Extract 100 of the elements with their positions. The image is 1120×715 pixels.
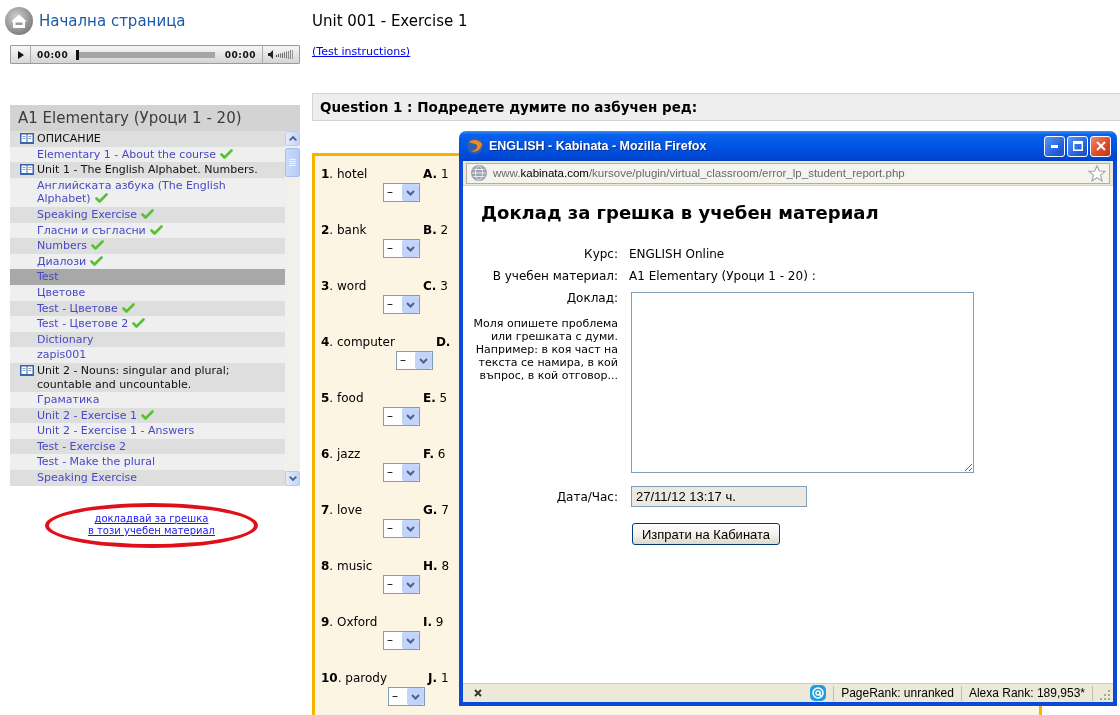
chevron-down-icon xyxy=(402,520,419,537)
answer-select[interactable]: – xyxy=(383,295,420,314)
lesson-item[interactable]: Английската азбука (The English Alphabet) xyxy=(10,177,285,207)
pagerank-text: PageRank: unranked xyxy=(841,686,954,700)
book-icon xyxy=(20,164,34,176)
word-label: 4. computer xyxy=(321,335,395,349)
field-label: Доклад: xyxy=(566,291,618,305)
question-bar: Question 1 : Подредете думите по азбучен ред: xyxy=(312,93,1120,121)
minimize-button[interactable] xyxy=(1044,135,1065,157)
home-link[interactable]: Начална страница xyxy=(5,7,186,35)
scroll-up-button[interactable] xyxy=(285,131,300,146)
field-value: A1 Elementary (Уроци 1 - 20) : xyxy=(629,269,816,283)
scroll-down-button[interactable] xyxy=(285,470,300,486)
close-icon xyxy=(1095,141,1106,151)
chevron-down-icon xyxy=(288,475,297,481)
option-label: H. 8 xyxy=(423,559,450,573)
play-button[interactable] xyxy=(11,46,31,63)
globe-icon xyxy=(471,165,487,181)
maximize-icon xyxy=(1072,141,1083,151)
option-label: E. 5 xyxy=(423,391,448,405)
volume-icon[interactable] xyxy=(268,50,294,59)
answer-select[interactable]: – xyxy=(383,575,420,594)
send-button[interactable]: Изпрати на Кабината xyxy=(632,523,781,545)
field-label: Дата/Час: xyxy=(556,490,618,504)
word-label: 2. bank xyxy=(321,223,367,237)
play-icon xyxy=(17,50,24,59)
section-title: Unit 2 - Nouns: singular and plural; countable and uncountable. xyxy=(37,363,231,392)
close-icon[interactable] xyxy=(474,689,482,697)
chevron-down-icon xyxy=(402,296,419,313)
answer-select[interactable]: – xyxy=(383,239,420,258)
book-icon xyxy=(20,133,34,144)
lesson-item[interactable]: Numbers xyxy=(10,238,285,254)
scrollbar-thumb[interactable] xyxy=(285,148,300,177)
report-link[interactable]: докладвай за грешка в този учебен материал xyxy=(87,513,215,538)
grip-icon xyxy=(289,159,296,166)
lesson-item[interactable]: Unit 2 - Exercise 1 - Answers xyxy=(10,423,285,439)
chevron-down-icon xyxy=(407,688,425,705)
lesson-item[interactable]: zapis001 xyxy=(10,347,285,363)
chevron-down-icon xyxy=(402,408,419,425)
chevron-down-icon xyxy=(402,240,419,257)
maximize-button[interactable] xyxy=(1067,135,1088,157)
window-title: ENGLISH - Kabinata - Mozilla Firefox xyxy=(489,139,707,153)
option-label: F. 6 xyxy=(423,447,446,461)
report-field[interactable] xyxy=(631,292,974,473)
lesson-item[interactable]: Test - Цветове 2 xyxy=(10,316,285,332)
lesson-item[interactable]: Граматика xyxy=(10,392,285,408)
answer-select[interactable]: – xyxy=(395,351,433,370)
elapsed-time: 00:00 xyxy=(37,49,69,60)
option-label: D. xyxy=(435,335,451,349)
chevron-down-icon xyxy=(402,464,419,481)
book-icon xyxy=(20,364,34,376)
chevron-down-icon xyxy=(414,352,432,369)
minimize-icon xyxy=(1051,144,1058,148)
word-label: 1. hotel xyxy=(321,167,368,181)
star-icon[interactable] xyxy=(1088,164,1106,182)
answer-select[interactable]: – xyxy=(383,631,420,650)
section-title: Unit 1 - The English Alphabet. Numbers. xyxy=(37,163,259,177)
progress-thumb[interactable] xyxy=(76,49,80,60)
resize-grip-icon[interactable] xyxy=(1100,690,1111,701)
option-label: G. 7 xyxy=(423,503,449,517)
field-label: В учебен материал: xyxy=(492,269,618,283)
answer-select[interactable]: – xyxy=(388,687,426,706)
progress-track[interactable] xyxy=(76,51,215,58)
word-label: 9. Oxford xyxy=(321,615,378,629)
at-sign-icon[interactable] xyxy=(810,685,827,701)
field-value: ENGLISH Online xyxy=(629,247,725,261)
word-label: 10. parody xyxy=(321,671,388,685)
alexa-rank-text: Alexa Rank: 189,953* xyxy=(968,686,1085,700)
exercise-title: Unit 001 - Exercise 1 xyxy=(312,11,468,31)
word-label: 6. jazz xyxy=(321,447,361,461)
chevron-up-icon xyxy=(288,136,297,141)
scrollbar[interactable] xyxy=(285,131,300,486)
answer-select[interactable]: – xyxy=(383,407,420,426)
chevron-down-icon xyxy=(402,632,419,649)
section-title: ОПИСАНИЕ xyxy=(37,132,102,146)
option-label: C. 3 xyxy=(423,279,448,293)
word-label: 5. food xyxy=(321,391,364,405)
home-icon xyxy=(5,7,33,35)
field-label: Курс: xyxy=(584,247,618,261)
word-label: 3. word xyxy=(321,279,367,293)
word-label: 8. music xyxy=(321,559,373,573)
panel-title: A1 Elementary (Уроци 1 - 20) xyxy=(10,105,300,131)
chevron-down-icon xyxy=(402,576,419,593)
answer-select[interactable]: – xyxy=(383,463,420,482)
app-icon xyxy=(467,138,483,154)
duration-time: 00:00 xyxy=(224,49,256,60)
option-label: B. 2 xyxy=(423,223,449,237)
chevron-down-icon xyxy=(402,184,419,201)
lesson-item[interactable]: Test - Make the plural xyxy=(10,454,285,471)
close-button[interactable] xyxy=(1090,135,1111,157)
report-heading: Доклад за грешка в учебен материал xyxy=(481,201,880,225)
instructions-link[interactable]: (Test instructions) xyxy=(312,45,411,59)
answer-select[interactable]: – xyxy=(383,519,420,538)
address-field[interactable]: www.kabinata.com/kursove/plugin/virtual_classroom/error_lp_student_report.php xyxy=(466,162,1110,184)
lesson-item[interactable]: Speaking Exercise xyxy=(10,470,285,486)
option-label: J. 1 xyxy=(428,671,449,685)
answer-select[interactable]: – xyxy=(383,183,420,202)
option-label: A. 1 xyxy=(423,167,449,181)
word-label: 7. love xyxy=(321,503,363,517)
hint-text: Моля опишете проблема или грешката с думи. Например: в коя част на текста се намира, в кой въпрос, в кой отговор... xyxy=(473,317,618,382)
